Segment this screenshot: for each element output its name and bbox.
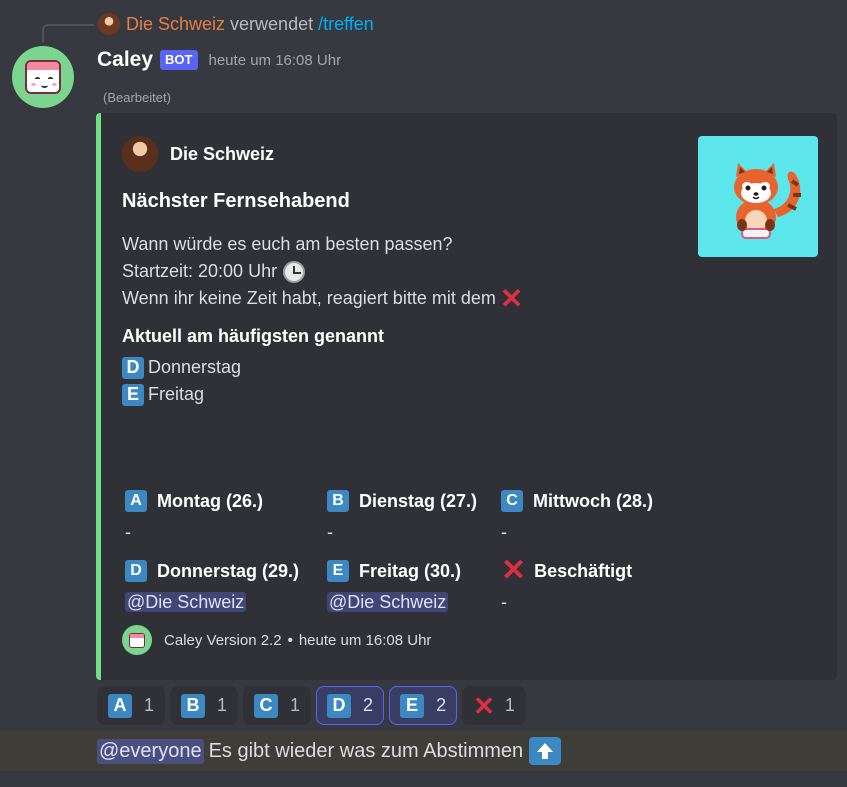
second-message-text: Es gibt wieder was zum Abstimmen: [208, 739, 524, 762]
field-value: -: [501, 522, 507, 542]
message-header: Caley BOT heute um 16:08 Uhr: [97, 48, 341, 72]
embed-description: Wann würde es euch am besten passen? Sta…: [122, 231, 523, 312]
reaction-bar: A 1 B 1 C 1 D 2 E 2 ✕ 1: [97, 686, 531, 725]
reaction-count: 1: [144, 695, 155, 715]
field-dienstag: B Dienstag (27.) -: [327, 487, 527, 545]
footer-separator: •: [287, 631, 293, 649]
regional-d-icon: D: [125, 560, 147, 582]
description-line-1: Wann würde es euch am besten passen?: [122, 234, 453, 254]
reaction-b[interactable]: B 1: [170, 686, 239, 725]
reply-reference[interactable]: Die Schweiz verwendet /treffen: [98, 12, 374, 36]
embed-footer: Caley Version 2.2 • heute um 16:08 Uhr: [122, 625, 431, 655]
current-item-label: Freitag: [148, 384, 205, 404]
field-freitag: E Freitag (30.) @Die Schweiz: [327, 557, 527, 615]
user-mention[interactable]: @Die Schweiz: [125, 592, 247, 612]
current-item-label: Donnerstag: [148, 357, 242, 377]
poll-embed: Die Schweiz Nächster Fernsehabend Wann w…: [96, 113, 837, 680]
reaction-count: 2: [363, 695, 374, 715]
calendar-face-icon: [122, 625, 152, 655]
reply-command[interactable]: /treffen: [318, 14, 374, 35]
reaction-e[interactable]: E 2: [389, 686, 458, 725]
field-value: -: [327, 522, 333, 542]
field-value: -: [501, 592, 507, 612]
reaction-count: 2: [436, 695, 447, 715]
red-panda-icon: [734, 162, 801, 239]
description-line-2: Startzeit: 20:00 Uhr: [122, 261, 278, 281]
field-name: Montag (26.): [157, 490, 263, 511]
regional-c-icon: C: [254, 693, 279, 718]
footer-text: Caley Version 2.2: [164, 631, 282, 649]
reaction-d[interactable]: D 2: [316, 686, 385, 725]
everyone-mention[interactable]: @everyone: [97, 738, 204, 764]
list-item: E Freitag: [122, 381, 241, 408]
regional-e-icon: E: [122, 383, 144, 406]
reply-username[interactable]: Die Schweiz: [126, 14, 225, 35]
description-line-3: Wenn ihr keine Zeit habt, reagiert bitte…: [122, 288, 496, 308]
regional-e-icon: E: [400, 693, 425, 718]
up-arrow-icon: [529, 737, 562, 765]
reaction-count: 1: [217, 695, 228, 715]
message-timestamp[interactable]: heute um 16:08 Uhr: [209, 52, 342, 69]
bot-avatar[interactable]: [12, 46, 74, 108]
regional-a-icon: A: [125, 490, 147, 512]
regional-d-icon: D: [327, 693, 352, 718]
cross-mark-icon: ✕: [499, 282, 524, 314]
user-mention[interactable]: @Die Schweiz: [327, 592, 449, 612]
reply-action: verwendet: [230, 13, 314, 34]
embed-title: Nächster Fernsehabend: [122, 190, 350, 212]
field-value: -: [125, 522, 131, 542]
current-section-title: Aktuell am häufigsten genannt: [122, 326, 385, 346]
regional-c-icon: C: [501, 490, 523, 512]
regional-a-icon: A: [108, 693, 132, 718]
author-name: Die Schweiz: [170, 143, 275, 164]
field-mittwoch: C Mittwoch (28.) -: [501, 487, 701, 545]
regional-d-icon: D: [122, 356, 144, 379]
author-avatar: [122, 136, 158, 172]
field-name: Freitag (30.): [359, 560, 462, 581]
footer-timestamp: heute um 16:08 Uhr: [298, 631, 432, 649]
field-name: Dienstag (27.): [359, 490, 478, 511]
reaction-count: 1: [504, 695, 515, 715]
field-name: Mittwoch (28.): [533, 490, 653, 511]
clock-icon: [283, 260, 306, 283]
bot-username[interactable]: Caley: [97, 48, 153, 72]
field-beschaeftigt: ✕ Beschäftigt -: [501, 554, 701, 615]
list-item: D Donnerstag: [122, 354, 241, 381]
bot-badge: BOT: [160, 50, 198, 70]
regional-b-icon: B: [181, 693, 206, 718]
reaction-a[interactable]: A 1: [97, 686, 166, 725]
field-montag: A Montag (26.) -: [125, 487, 325, 545]
cross-mark-icon: ✕: [501, 554, 527, 587]
edited-label: (Bearbeitet): [103, 90, 171, 105]
embed-author: Die Schweiz: [122, 136, 274, 172]
field-name: Beschäftigt: [534, 560, 633, 581]
cross-mark-icon: ✕: [473, 690, 495, 721]
reaction-count: 1: [290, 695, 301, 715]
field-donnerstag: D Donnerstag (29.) @Die Schweiz: [125, 557, 325, 615]
calendar-face-icon: [25, 60, 61, 94]
current-list: D Donnerstag E Freitag: [122, 354, 241, 408]
reaction-x[interactable]: ✕ 1: [462, 686, 526, 725]
second-message: @everyone Es gibt wieder was zum Abstimm…: [0, 731, 847, 771]
embed-thumbnail[interactable]: [698, 136, 818, 257]
regional-e-icon: E: [327, 560, 349, 582]
reaction-c[interactable]: C 1: [243, 686, 312, 725]
reply-user-avatar[interactable]: [98, 13, 120, 35]
reply-connector: [42, 24, 94, 42]
regional-b-icon: B: [327, 490, 349, 512]
field-name: Donnerstag (29.): [157, 560, 300, 581]
